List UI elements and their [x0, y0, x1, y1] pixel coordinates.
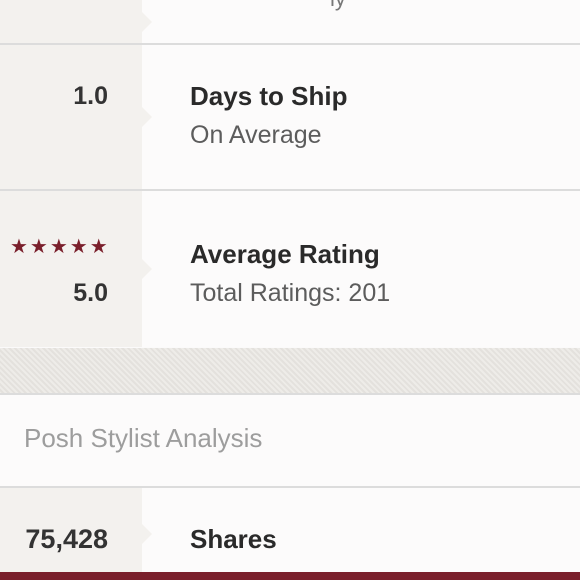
- rating-stars-icon: ★★★★★: [10, 236, 110, 258]
- total-ratings-text: Total Ratings: 201: [190, 279, 391, 307]
- stat-value-panel: 1.0: [0, 45, 152, 189]
- days-to-ship-subtitle: On Average: [190, 121, 322, 149]
- stat-row-average-rating: ★★★★★ 5.0 Average Rating Total Ratings: …: [0, 191, 580, 347]
- average-rating-title: Average Rating: [190, 239, 380, 269]
- section-separator: [0, 348, 580, 394]
- section-heading: Posh Stylist Analysis: [24, 423, 263, 453]
- stat-value-panel: ★★★★★ 5.0: [0, 191, 152, 347]
- average-rating-value: 5.0: [73, 279, 108, 307]
- footer-accent-bar: [0, 572, 580, 580]
- stat-value-panel: 75,428: [0, 488, 152, 580]
- stat-row-partial-left: [0, 0, 152, 44]
- days-to-ship-title: Days to Ship: [190, 81, 348, 111]
- days-to-ship-value: 1.0: [73, 82, 108, 110]
- shares-value: 75,428: [25, 524, 108, 554]
- stat-row-partial: ly: [0, 0, 580, 44]
- stat-row-days-to-ship: 1.0 Days to Ship On Average: [0, 45, 580, 189]
- shares-title: Shares: [190, 524, 277, 554]
- stat-row-shares: 75,428 Shares: [0, 488, 580, 580]
- clipped-text: ly: [330, 0, 346, 12]
